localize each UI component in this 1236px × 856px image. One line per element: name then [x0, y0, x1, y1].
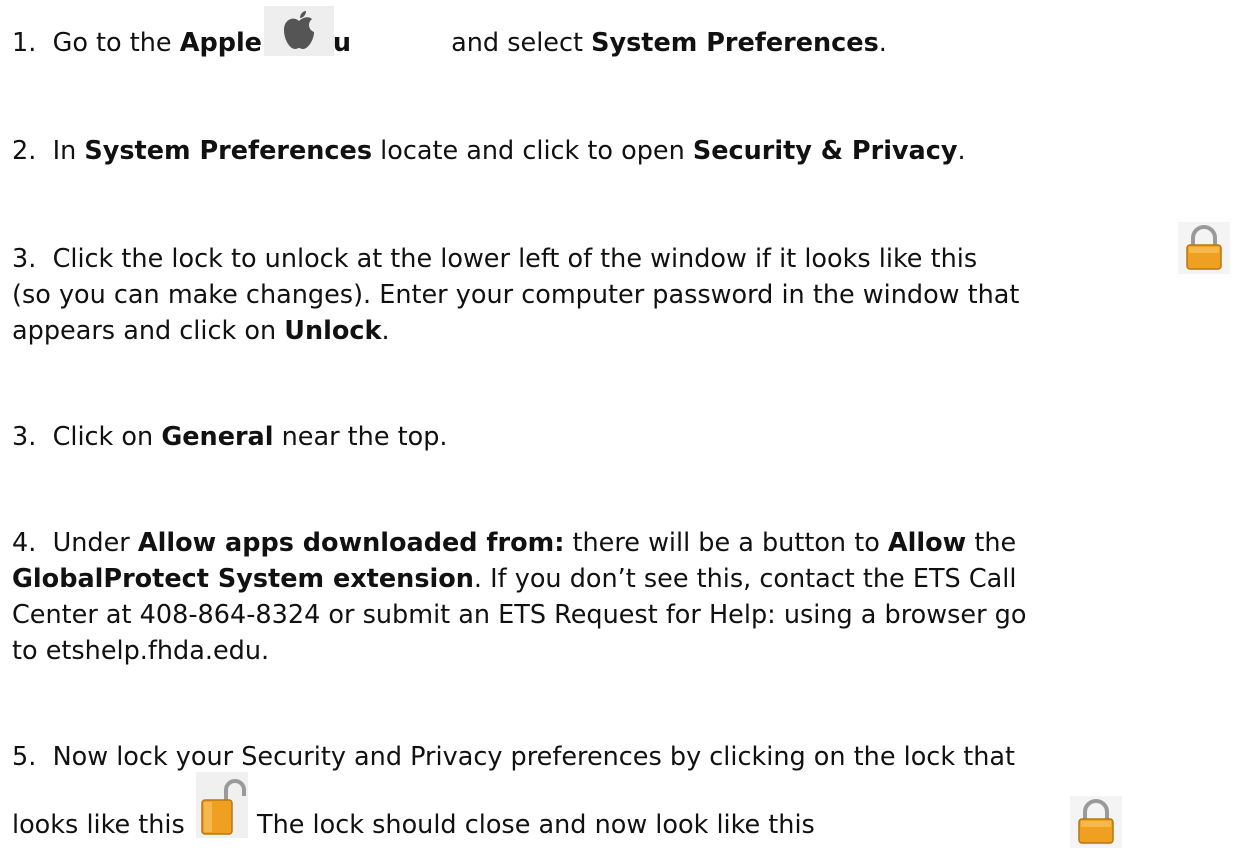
step-3-line-1: 3. Click the lock to unlock at the lower… — [12, 244, 978, 274]
unlock-label: Unlock — [284, 316, 382, 346]
step-4-line-1: 4. Under Allow apps downloaded from: the… — [12, 528, 1017, 558]
step-3-line-2: (so you can make changes). Enter your co… — [12, 280, 1020, 310]
apple-logo-icon — [264, 6, 334, 56]
step-2: 2. In System Preferences locate and clic… — [12, 136, 966, 166]
step-3b: 3. Click on General near the top. — [12, 422, 448, 452]
globalprotect-label: GlobalProtect System extension — [12, 564, 474, 594]
step-4-line-4: to etshelp.fhda.edu. — [12, 636, 270, 666]
step-5-line-1: 5. Now lock your Security and Privacy pr… — [12, 742, 1015, 772]
lock-open-icon — [196, 772, 248, 838]
step-3-line-3: appears and click on Unlock. — [12, 316, 390, 346]
lock-closed-icon — [1070, 796, 1122, 848]
step-4-line-2: GlobalProtect System extension. If you d… — [12, 564, 1017, 594]
step-5-line-2: looks like this. The lock should close a… — [12, 810, 815, 840]
step-1: 1. Go to the Apple menu and select Syste… — [12, 28, 887, 58]
system-preferences-label: System Preferences — [591, 28, 879, 58]
lock-closed-icon — [1178, 222, 1230, 274]
general-label: General — [161, 422, 274, 452]
security-privacy-label: Security & Privacy — [692, 136, 958, 166]
step-4-line-3: Center at 408-864-8324 or submit an ETS … — [12, 600, 1027, 630]
step-number: 1. — [12, 28, 37, 58]
